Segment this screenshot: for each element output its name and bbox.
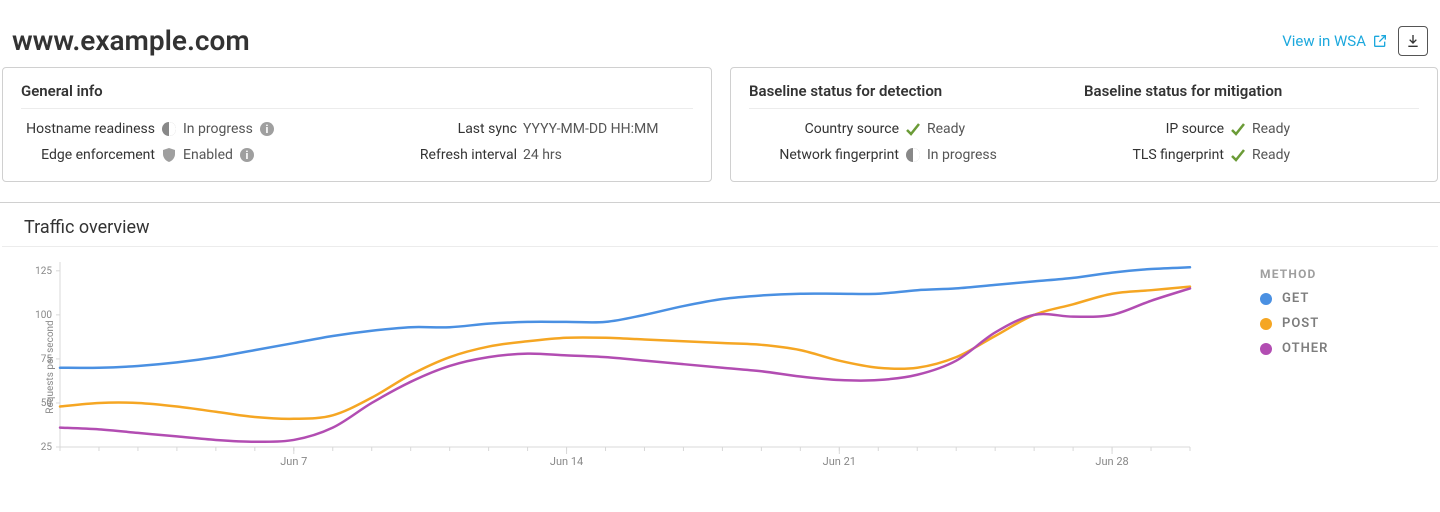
legend-item-get[interactable]: GET bbox=[1260, 291, 1430, 306]
chart-y-axis-label: Requests per second bbox=[45, 320, 56, 413]
view-in-wsa-label: View in WSA bbox=[1282, 32, 1366, 50]
view-in-wsa-link[interactable]: View in WSA bbox=[1282, 32, 1388, 50]
refresh-interval-value: 24 hrs bbox=[523, 147, 562, 163]
page-title: www.example.com bbox=[12, 24, 250, 57]
progress-icon bbox=[161, 121, 177, 137]
general-info-title: General info bbox=[21, 82, 693, 109]
hostname-readiness-value: In progress bbox=[183, 121, 253, 137]
legend-label: GET bbox=[1282, 291, 1309, 306]
legend-swatch bbox=[1260, 343, 1272, 355]
svg-text:i: i bbox=[245, 149, 248, 162]
legend-label: OTHER bbox=[1282, 341, 1328, 356]
tls-fingerprint-value: Ready bbox=[1252, 147, 1290, 163]
external-link-icon bbox=[1372, 33, 1388, 49]
info-icon[interactable]: i bbox=[239, 147, 255, 163]
ip-source-label: IP source bbox=[1094, 121, 1224, 137]
legend-swatch bbox=[1260, 318, 1272, 330]
baseline-detection-title: Baseline status for detection bbox=[749, 82, 1084, 108]
svg-text:Jun 21: Jun 21 bbox=[823, 455, 856, 468]
svg-text:125: 125 bbox=[35, 266, 52, 277]
ip-source-value: Ready bbox=[1252, 121, 1290, 137]
last-sync-label: Last sync bbox=[367, 121, 517, 137]
legend-title: METHOD bbox=[1260, 267, 1430, 281]
check-icon bbox=[1230, 121, 1246, 137]
traffic-chart: 255075100125Jun 7Jun 14Jun 21Jun 28 bbox=[10, 257, 1200, 477]
network-fingerprint-value: In progress bbox=[927, 147, 997, 163]
svg-text:Jun 28: Jun 28 bbox=[1095, 455, 1128, 468]
svg-text:Jun 7: Jun 7 bbox=[280, 455, 307, 468]
shield-icon bbox=[161, 147, 177, 163]
network-fingerprint-label: Network fingerprint bbox=[749, 147, 899, 163]
legend-swatch bbox=[1260, 293, 1272, 305]
baseline-mitigation-title: Baseline status for mitigation bbox=[1084, 82, 1419, 108]
check-icon bbox=[1230, 147, 1246, 163]
last-sync-value: YYYY-MM-DD HH:MM bbox=[523, 121, 659, 137]
chart-legend: METHOD GET POST OTHER bbox=[1230, 257, 1430, 477]
hostname-readiness-label: Hostname readiness bbox=[21, 121, 155, 137]
download-icon bbox=[1405, 33, 1421, 49]
refresh-interval-label: Refresh interval bbox=[367, 147, 517, 163]
svg-text:100: 100 bbox=[35, 310, 52, 321]
edge-enforcement-value: Enabled bbox=[183, 147, 233, 163]
country-source-label: Country source bbox=[749, 121, 899, 137]
check-icon bbox=[905, 121, 921, 137]
country-source-value: Ready bbox=[927, 121, 965, 137]
svg-text:25: 25 bbox=[41, 442, 53, 453]
edge-enforcement-label: Edge enforcement bbox=[21, 147, 155, 163]
legend-item-post[interactable]: POST bbox=[1260, 316, 1430, 331]
info-icon[interactable]: i bbox=[259, 121, 275, 137]
progress-icon bbox=[905, 147, 921, 163]
svg-text:Jun 14: Jun 14 bbox=[550, 455, 583, 468]
baseline-panel: Baseline status for detection Baseline s… bbox=[730, 67, 1438, 182]
legend-item-other[interactable]: OTHER bbox=[1260, 341, 1430, 356]
legend-label: POST bbox=[1282, 316, 1319, 331]
download-button[interactable] bbox=[1398, 26, 1428, 56]
tls-fingerprint-label: TLS fingerprint bbox=[1094, 147, 1224, 163]
svg-text:i: i bbox=[265, 123, 268, 136]
traffic-overview-title: Traffic overview bbox=[2, 203, 1438, 247]
general-info-panel: General info Hostname readiness In progr… bbox=[2, 67, 712, 182]
